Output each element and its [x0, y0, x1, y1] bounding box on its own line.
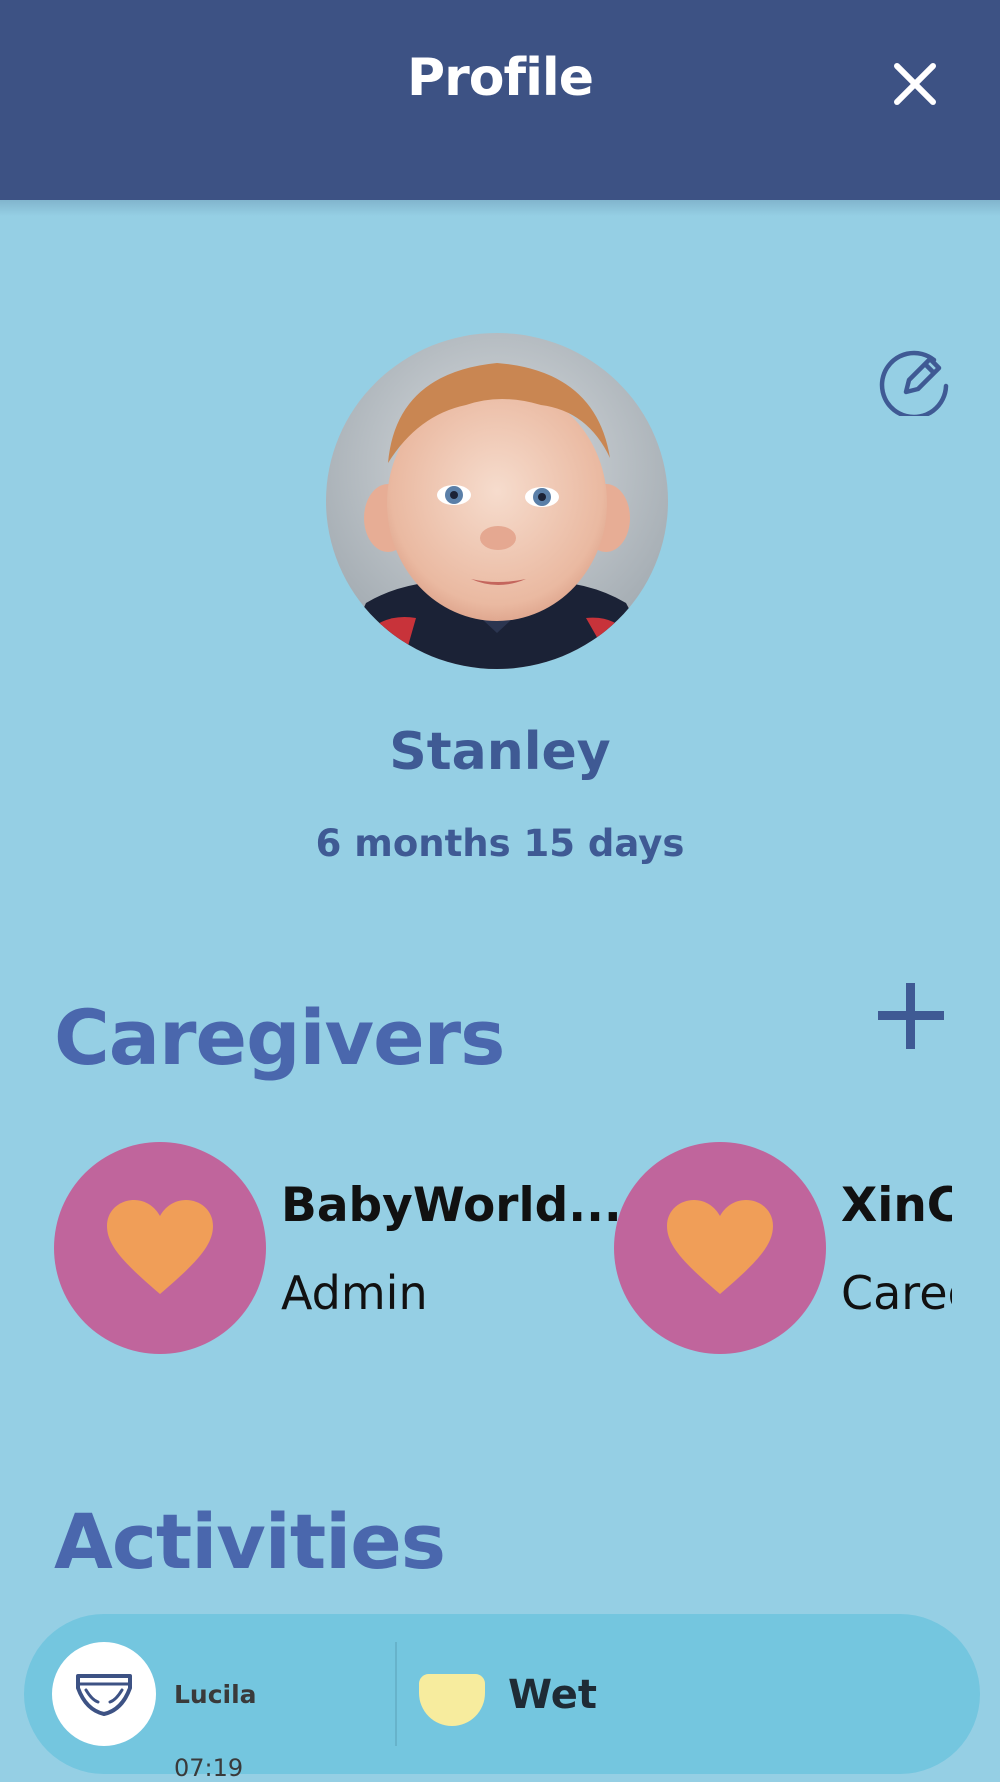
top-app-bar: Profile: [0, 0, 1000, 200]
caregiver-card[interactable]: BabyWorld... Admin: [54, 1142, 622, 1354]
heart-icon: [107, 1200, 213, 1294]
edit-profile-button[interactable]: [876, 340, 952, 420]
caregiver-name: BabyWorld...: [281, 1178, 622, 1233]
activity-item[interactable]: Lucila 07:19 Wet: [24, 1614, 980, 1782]
edit-pencil-icon: [879, 350, 949, 420]
caregiver-avatar: [614, 1142, 826, 1354]
caregivers-list[interactable]: BabyWorld... Admin XinCh Caregiver: [0, 1130, 952, 1360]
plus-icon: [878, 983, 944, 1049]
divider: [395, 1642, 397, 1746]
activity-type: Wet: [508, 1672, 597, 1718]
wet-indicator-icon: [419, 1674, 485, 1726]
heart-icon: [667, 1200, 773, 1294]
close-button[interactable]: [883, 52, 947, 116]
child-name: Stanley: [389, 722, 611, 782]
caregiver-role: Admin: [281, 1266, 428, 1320]
child-photo: [326, 333, 668, 669]
header-shadow: [0, 200, 1000, 216]
caregiver-card[interactable]: XinCh Caregiver: [614, 1142, 952, 1354]
add-caregiver-button[interactable]: [873, 978, 949, 1054]
child-avatar: [326, 333, 668, 669]
diaper-icon: [76, 1674, 132, 1716]
activities-heading: Activities: [54, 1497, 446, 1586]
close-icon: [894, 63, 936, 105]
activity-user: Lucila: [174, 1680, 257, 1709]
child-age: 6 months 15 days: [315, 822, 685, 865]
caregiver-role: Caregiver: [841, 1266, 952, 1320]
caregiver-avatar: [54, 1142, 266, 1354]
caregiver-name: XinCh: [841, 1178, 952, 1233]
caregivers-heading: Caregivers: [54, 993, 505, 1082]
page-title: Profile: [406, 48, 594, 108]
activity-icon-container: [52, 1642, 156, 1746]
